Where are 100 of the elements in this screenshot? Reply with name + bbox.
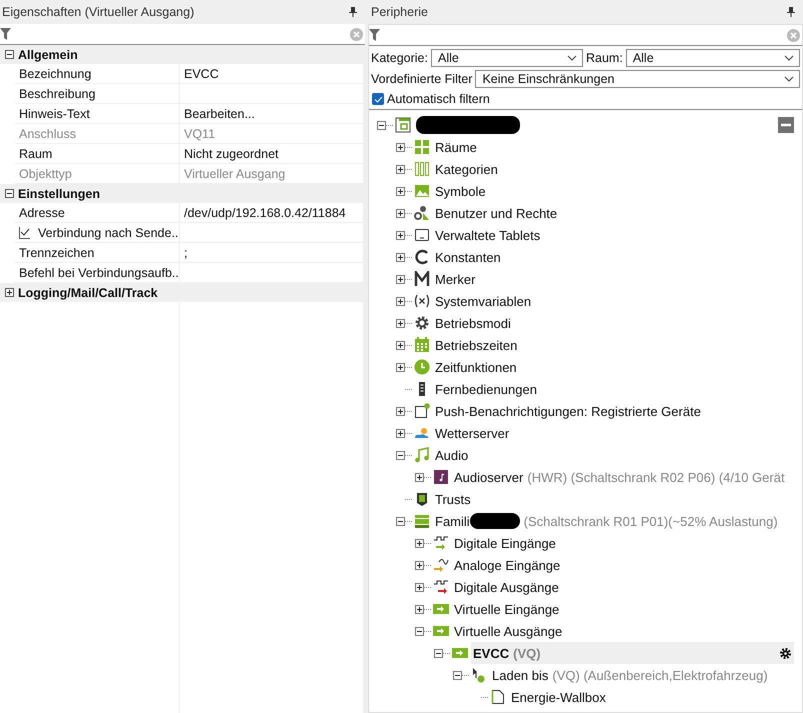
field-label: Raum:: [586, 51, 623, 65]
expander[interactable]: [415, 626, 424, 636]
checkbox[interactable]: [372, 93, 384, 105]
expander[interactable]: [377, 120, 386, 130]
panel-title: Eigenschaften (Virtueller Ausgang): [2, 5, 194, 19]
tree-item[interactable]: Energie-Wallbox: [509, 686, 802, 708]
audio-box-icon: [433, 469, 449, 485]
bars-icon: [414, 161, 430, 177]
tree-item[interactable]: Trusts: [433, 488, 802, 510]
tree-item[interactable]: Famili (Schaltschrank R01 P01)(~52% Auslastung): [433, 510, 802, 532]
expander[interactable]: [396, 252, 405, 262]
clock-icon: [414, 359, 430, 375]
expander[interactable]: [396, 428, 405, 438]
letter-m-icon: [414, 271, 430, 287]
property-value[interactable]: EVCC: [184, 66, 219, 80]
property-value[interactable]: Bearbeiten...: [184, 106, 255, 120]
grid-icon: [414, 139, 430, 155]
section-title: Logging/Mail/Call/Track: [18, 286, 158, 300]
filter-field[interactable]: [0, 24, 365, 45]
filter-icon: [369, 29, 380, 41]
caret-icon: [784, 76, 794, 82]
expander[interactable]: [396, 450, 405, 460]
arrow-box-icon: [433, 601, 449, 617]
tree-item[interactable]: Betriebsmodi: [433, 312, 802, 334]
tree-item[interactable]: Analoge Eingänge: [452, 554, 802, 576]
caret-icon: [566, 55, 577, 61]
expander[interactable]: [453, 670, 462, 680]
tree-item[interactable]: Laden bis (VQ) (Außenbereich,Elektrofahrzeug): [490, 664, 802, 686]
property-label: Adresse: [19, 206, 65, 220]
collapse-button[interactable]: [778, 117, 794, 133]
settings-icon[interactable]: [779, 646, 792, 660]
property-label: Hinweis-Text: [19, 106, 90, 120]
tree-item[interactable]: Digitale Ausgänge: [452, 576, 802, 598]
expander[interactable]: [396, 296, 405, 306]
tree-item[interactable]: Wetterserver: [433, 422, 802, 444]
tree-item[interactable]: Benutzer und Rechte: [433, 202, 802, 224]
tree-item[interactable]: Audio: [433, 444, 802, 466]
expander[interactable]: [396, 208, 405, 218]
property-label: Beschreibung: [19, 86, 96, 100]
pin-icon[interactable]: [787, 7, 795, 17]
image-icon: [414, 183, 430, 199]
tree-item[interactable]: Verwaltete Tablets: [433, 224, 802, 246]
checkbox[interactable]: [19, 226, 30, 238]
expander[interactable]: [415, 604, 424, 614]
checkbox-label: Automatisch filtern: [387, 92, 490, 106]
expander[interactable]: [434, 648, 443, 658]
expander[interactable]: [415, 472, 424, 482]
server-icon: [395, 117, 411, 133]
tree-item[interactable]: Symbole: [433, 180, 802, 202]
tree-item[interactable]: Digitale Eingänge: [452, 532, 802, 554]
property-value[interactable]: ;: [184, 246, 188, 260]
tablet-icon: [414, 227, 430, 243]
gear-icon: [414, 315, 430, 331]
weather-icon: [414, 425, 430, 441]
tree-item[interactable]: EVCC (VQ): [471, 642, 794, 664]
tree-item[interactable]: Virtuelle Ausgänge: [452, 620, 802, 642]
document-icon: [490, 689, 506, 705]
variable-icon: [414, 293, 430, 309]
filter-icon: [0, 28, 11, 40]
expander[interactable]: [396, 274, 405, 284]
tree-item[interactable]: Merker: [433, 268, 802, 290]
section-title: Allgemein: [18, 48, 78, 62]
tree-item[interactable]: Systemvariablen: [433, 290, 802, 312]
expander[interactable]: [396, 164, 405, 174]
expander[interactable]: [415, 560, 424, 570]
tree-item[interactable]: Kategorien: [433, 158, 802, 180]
shield-icon: [414, 491, 430, 507]
tree-item[interactable]: Fernbedienungen: [433, 378, 802, 400]
expander[interactable]: [396, 340, 405, 350]
expander[interactable]: [396, 318, 405, 328]
preset-dropdown[interactable]: Keine Einschränkungen: [475, 70, 800, 88]
wave-arrow-icon: [433, 557, 449, 573]
module-icon: [414, 513, 430, 529]
pulse-arrow-icon: [433, 579, 449, 595]
tree-item[interactable]: Virtuelle Eingänge: [452, 598, 802, 620]
category-dropdown[interactable]: Alle: [430, 49, 583, 67]
pulse-arrow-icon: [433, 535, 449, 551]
property-label: Trennzeichen: [19, 246, 94, 260]
tree-item[interactable]: Räume: [433, 136, 802, 158]
tree-item[interactable]: Konstanten: [433, 246, 802, 268]
expander[interactable]: [396, 406, 405, 416]
room-dropdown[interactable]: Alle: [626, 49, 800, 67]
expander[interactable]: [415, 582, 424, 592]
arrow-box-icon: [433, 623, 449, 639]
tree-item[interactable]: Audioserver (HWR) (Schaltschrank R02 P06) (4/10 Gerät: [452, 466, 802, 488]
tree-item[interactable]: Push-Benachrichtigungen: Registrierte Geräte: [433, 400, 802, 422]
expander[interactable]: [396, 362, 405, 372]
letter-c-icon: [414, 249, 430, 265]
expander[interactable]: [415, 538, 424, 548]
expander[interactable]: [396, 186, 405, 196]
tree-item[interactable]: Betriebszeiten: [433, 334, 802, 356]
expander[interactable]: [396, 516, 405, 526]
caret-icon: [784, 55, 794, 61]
tree-item[interactable]: Zeitfunktionen: [433, 356, 802, 378]
expander[interactable]: [396, 142, 405, 152]
pin-icon[interactable]: [349, 7, 357, 17]
property-value[interactable]: /dev/udp/192.168.0.42/11884: [184, 206, 346, 220]
expander[interactable]: [396, 230, 405, 240]
property-value[interactable]: Nicht zugeordnet: [184, 146, 279, 160]
property-label: Bezeichnung: [19, 66, 92, 80]
